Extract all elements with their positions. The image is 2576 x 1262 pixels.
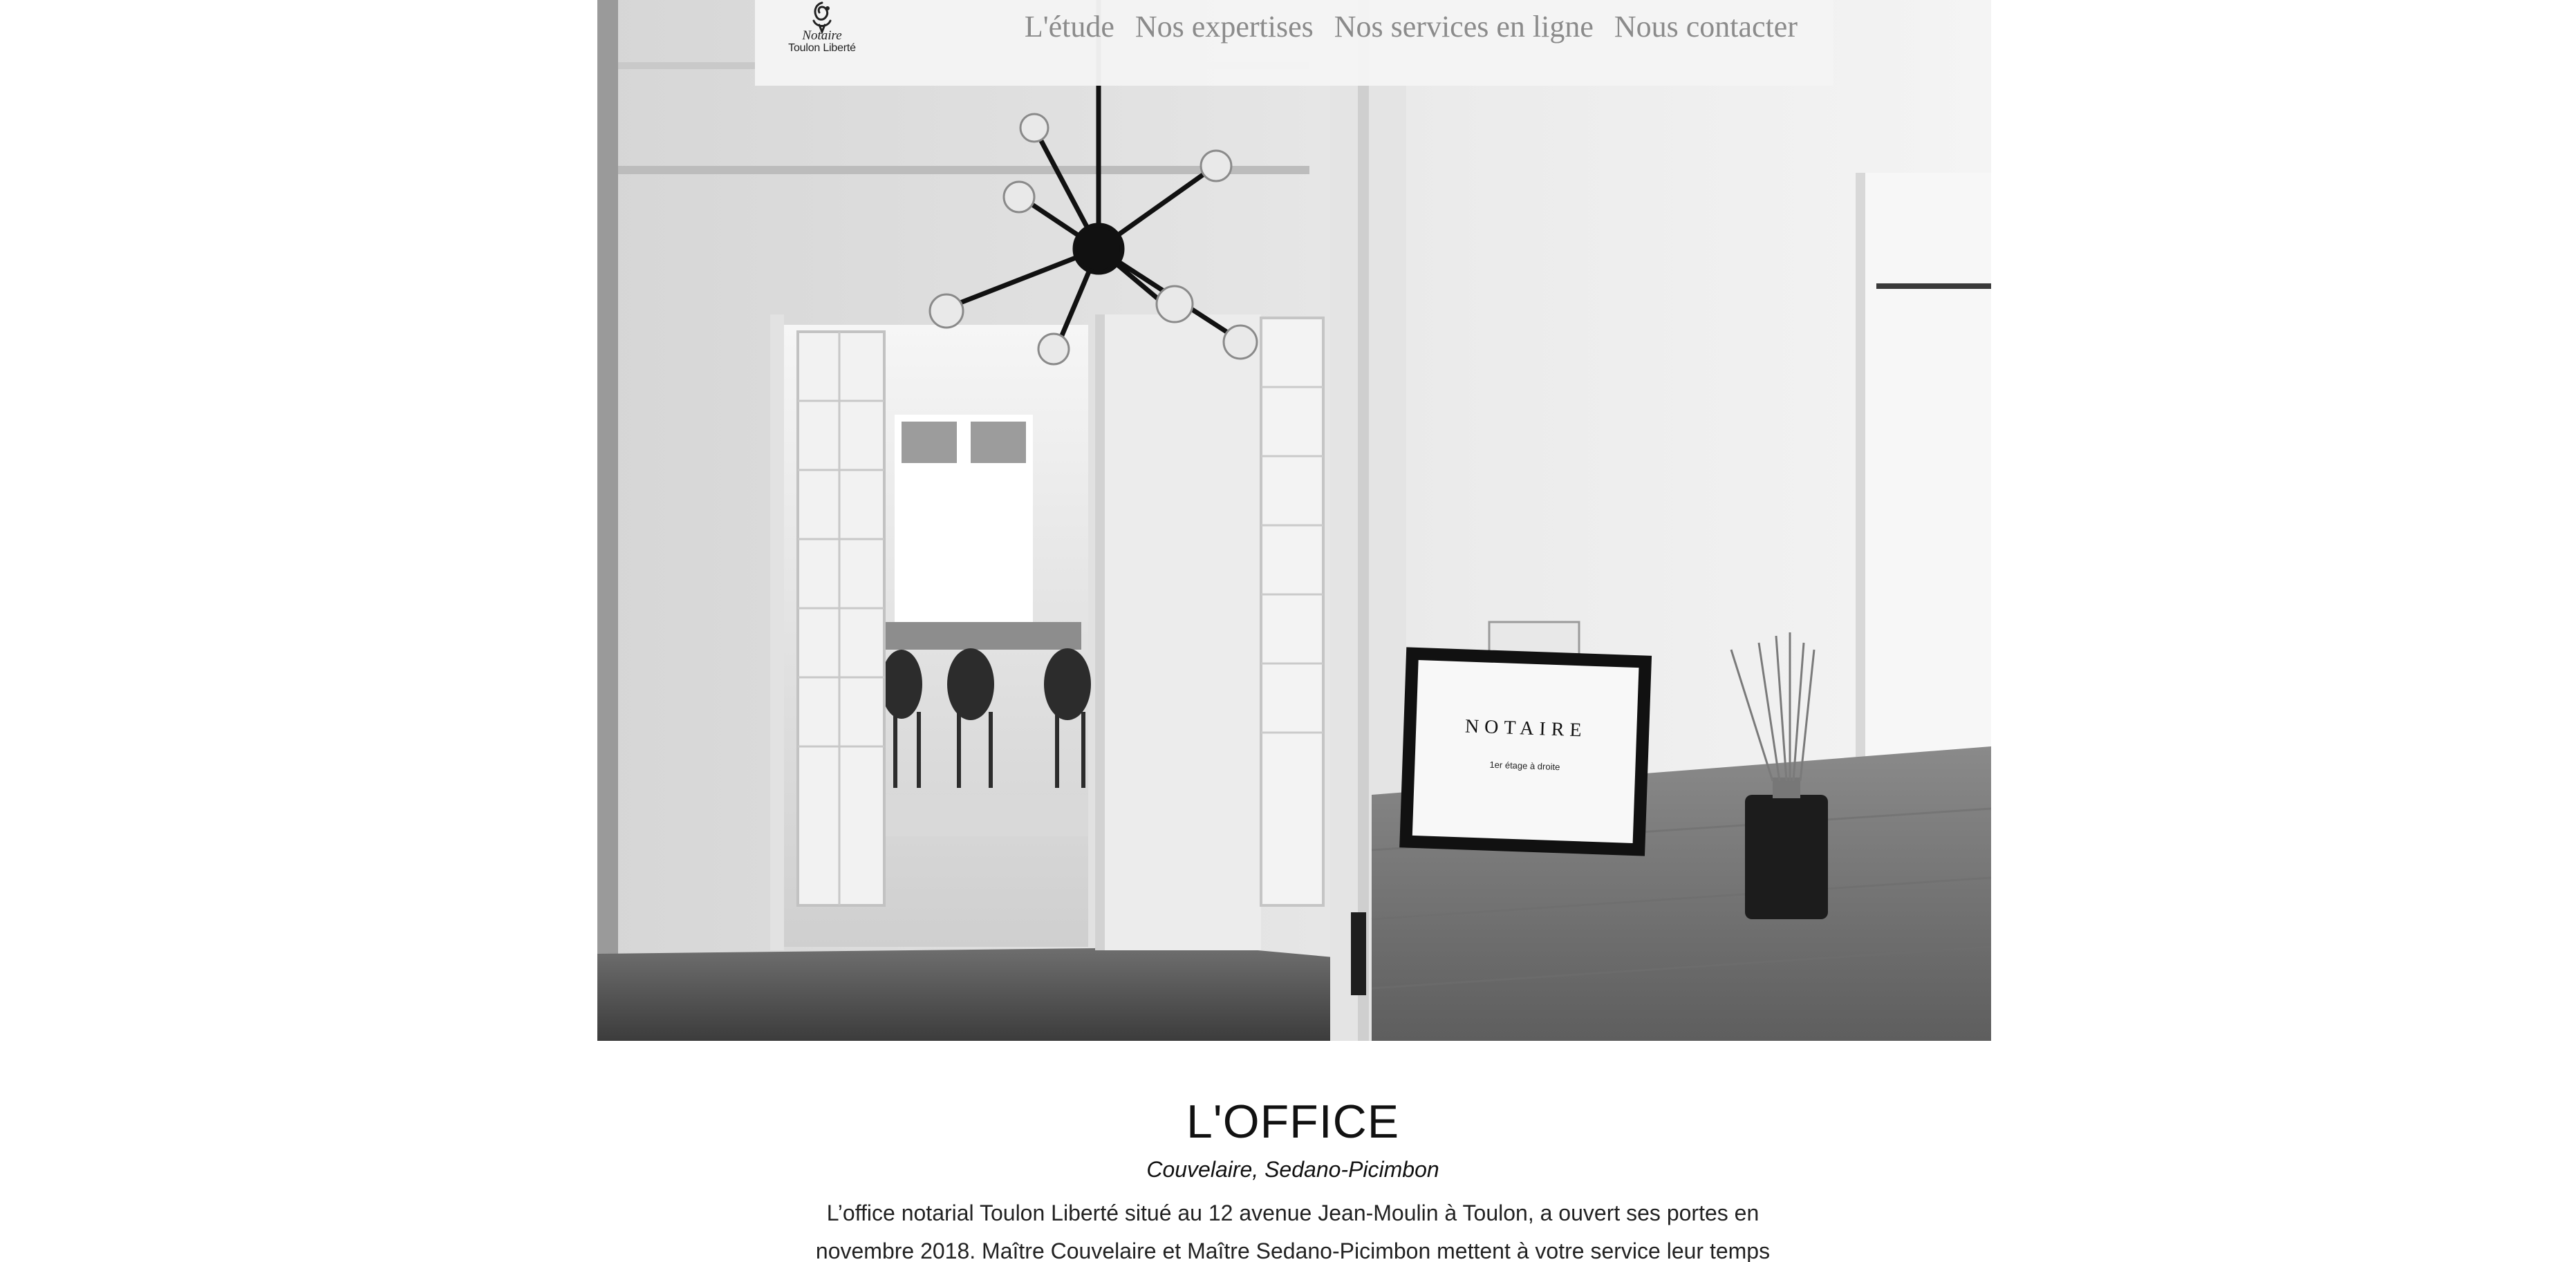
sign-title: NOTAIRE [1464, 715, 1587, 741]
section-title: L'OFFICE [1186, 1095, 1400, 1148]
section-body: L’office notarial Toulon Liberté situé a… [815, 1200, 1771, 1262]
hero-photo: NOTAIRE 1er étage à droite [597, 0, 1991, 1041]
office-photo-illustration: NOTAIRE 1er étage à droite [597, 0, 1991, 1041]
nav-item-services-en-ligne[interactable]: Nos services en ligne [1334, 9, 1594, 44]
main-nav: L'étude Nos expertises Nos services en l… [1025, 6, 1798, 47]
logo-place-text: Toulon Liberté [788, 42, 856, 54]
page: NOTAIRE 1er étage à droite Notaire Toulo… [0, 0, 2576, 1262]
section-subtitle: Couvelaire, Sedano-Picimbon [1146, 1157, 1439, 1182]
logo-link[interactable]: Notaire Toulon Liberté [777, 0, 867, 62]
site-header: Notaire Toulon Liberté L'étude Nos exper… [755, 0, 1833, 86]
logo-script-text: Notaire [802, 28, 842, 43]
nav-item-expertises[interactable]: Nos expertises [1135, 9, 1314, 44]
nav-item-contact[interactable]: Nous contacter [1614, 9, 1798, 44]
nav-item-etude[interactable]: L'étude [1025, 9, 1114, 44]
office-section: L'OFFICE Couvelaire, Sedano-Picimbon L’o… [795, 1092, 1791, 1262]
